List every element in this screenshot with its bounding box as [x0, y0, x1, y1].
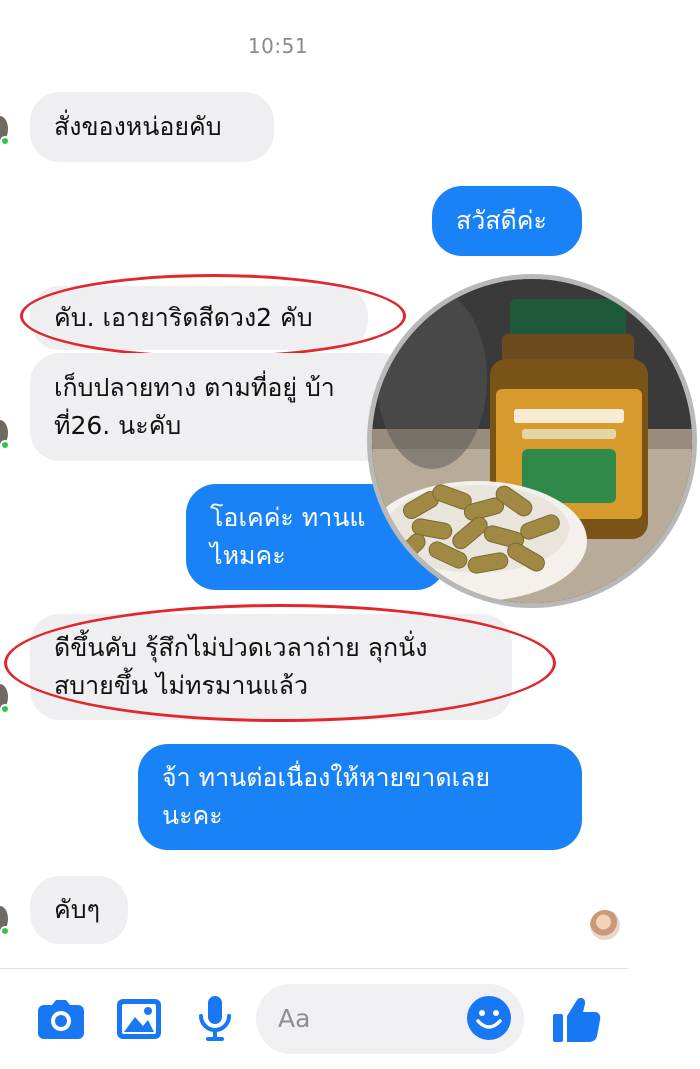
message-text: คับ. เอายาริดสีดวง2 คับ	[54, 303, 313, 332]
online-status-dot	[0, 704, 10, 714]
timestamp: 10:51	[247, 34, 309, 58]
seen-avatar	[590, 910, 620, 940]
incoming-message[interactable]: คับๆ	[30, 876, 128, 944]
message-line: นะคะ	[162, 801, 223, 830]
product-photo-overlay	[367, 274, 697, 608]
divider	[0, 968, 628, 969]
input-placeholder: Aa	[278, 1004, 311, 1033]
outgoing-message[interactable]: จ้า ทานต่อเนื่องให้หายขาดเลย นะคะ	[138, 744, 582, 850]
composer-bar: Aa	[0, 980, 700, 1060]
online-status-dot	[0, 440, 10, 450]
message-line: จ้า ทานต่อเนื่องให้หายขาดเลย	[162, 763, 491, 792]
message-line: โอเคค่ะ ทานแ	[210, 503, 366, 532]
online-status-dot	[0, 926, 10, 936]
incoming-message[interactable]: เก็บปลายทาง ตามที่อยู่ บ้า ที่26. นะคับ	[30, 353, 410, 461]
outgoing-message[interactable]: สวัสดีค่ะ	[432, 186, 582, 256]
message-line: ดีขึ้นคับ รุ้สึกไม่ปวดเวลาถ่าย ลุกนั่ง	[54, 633, 428, 662]
online-status-dot	[0, 136, 10, 146]
incoming-message[interactable]: สั่งของหน่อยคับ	[30, 92, 274, 162]
microphone-icon	[199, 996, 231, 1041]
like-button[interactable]	[552, 994, 602, 1044]
message-line: ที่26. นะคับ	[54, 411, 182, 440]
message-input[interactable]: Aa	[256, 984, 524, 1054]
message-text: สั่งของหน่อยคับ	[54, 112, 222, 141]
thumbs-up-icon	[553, 997, 601, 1042]
message-text: คับๆ	[54, 895, 101, 924]
incoming-message[interactable]: ดีขึ้นคับ รุ้สึกไม่ปวดเวลาถ่าย ลุกนั่ง ส…	[30, 614, 512, 720]
camera-button[interactable]	[36, 994, 86, 1044]
message-line: สบายขึ้น ไม่ทรมานแล้ว	[54, 671, 308, 700]
avatar-edge[interactable]	[0, 906, 10, 936]
avatar-edge[interactable]	[0, 420, 10, 450]
message-line: ไหมคะ	[210, 541, 286, 570]
avatar-edge[interactable]	[0, 116, 10, 146]
avatar-edge[interactable]	[0, 684, 10, 714]
image-icon	[117, 999, 161, 1039]
camera-icon	[38, 1000, 84, 1039]
emoji-icon[interactable]	[466, 995, 512, 1041]
message-line: เก็บปลายทาง ตามที่อยู่ บ้า	[54, 373, 335, 402]
incoming-message[interactable]: คับ. เอายาริดสีดวง2 คับ	[30, 286, 368, 350]
gallery-button[interactable]	[114, 994, 164, 1044]
message-text: สวัสดีค่ะ	[456, 206, 547, 235]
voice-button[interactable]	[190, 994, 240, 1044]
